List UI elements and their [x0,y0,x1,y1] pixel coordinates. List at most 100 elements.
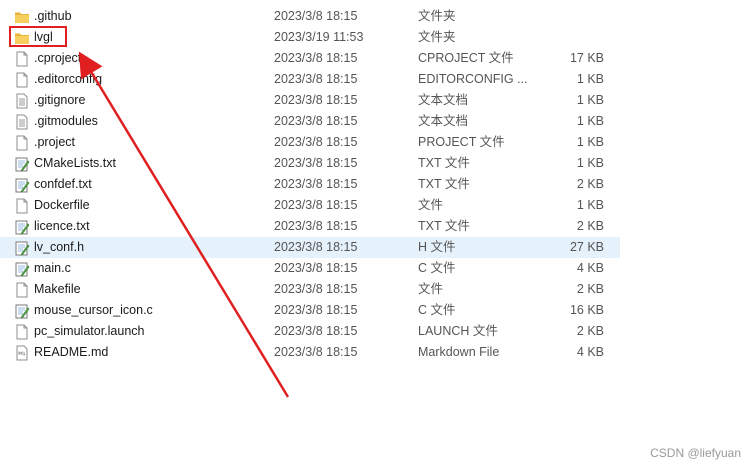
file-size: 1 KB [576,114,604,128]
file-name: .cproject [34,51,82,65]
file-size: 1 KB [576,93,604,107]
file-date: 2023/3/8 18:15 [274,135,358,149]
file-date: 2023/3/8 18:15 [274,219,358,233]
file-name: pc_simulator.launch [34,324,145,338]
file-row[interactable]: main.c 2023/3/8 18:15 C 文件 4 KB [0,258,620,279]
file-row[interactable]: .gitignore 2023/3/8 18:15 文本文档 1 KB [0,90,620,111]
file-row[interactable]: confdef.txt 2023/3/8 18:15 TXT 文件 2 KB [0,174,620,195]
blank-file-icon [14,282,30,298]
file-date: 2023/3/8 18:15 [274,156,358,170]
notepad-file-icon [14,240,30,256]
file-date: 2023/3/8 18:15 [274,72,358,86]
notepad-file-icon [14,156,30,172]
file-size: 2 KB [576,282,604,296]
file-size: 4 KB [576,345,604,359]
file-date: 2023/3/8 18:15 [274,177,358,191]
file-date: 2023/3/8 18:15 [274,51,358,65]
file-date: 2023/3/8 18:15 [274,198,358,212]
blank-file-icon [14,51,30,67]
file-type: LAUNCH 文件 [418,324,498,338]
file-name: .gitignore [34,93,86,107]
folder-icon [14,9,30,25]
notepad-file-icon [14,219,30,235]
file-type: 文本文档 [418,114,469,128]
blank-file-icon [14,135,30,151]
file-type: 文件 [418,198,444,212]
file-name: confdef.txt [34,177,92,191]
file-type: 文件 [418,282,444,296]
file-row[interactable]: Dockerfile 2023/3/8 18:15 文件 1 KB [0,195,620,216]
text-doc-icon [14,114,30,130]
file-name: .project [34,135,75,149]
file-type: C 文件 [418,261,456,275]
file-date: 2023/3/8 18:15 [274,303,358,317]
file-size: 4 KB [576,261,604,275]
file-type: H 文件 [418,240,456,254]
watermark: CSDN @liefyuan [650,446,741,460]
file-row[interactable]: mouse_cursor_icon.c 2023/3/8 18:15 C 文件 16 … [0,300,620,321]
file-type: 文件夹 [418,9,456,23]
file-date: 2023/3/8 18:15 [274,114,358,128]
notepad-file-icon [14,303,30,319]
file-size: 16 KB [569,303,604,317]
file-date: 2023/3/8 18:15 [274,93,358,107]
file-row[interactable]: .cproject 2023/3/8 18:15 CPROJECT 文件 17 KB [0,48,620,69]
file-date: 2023/3/8 18:15 [274,282,358,296]
file-row[interactable]: CMakeLists.txt 2023/3/8 18:15 TXT 文件 1 KB [0,153,620,174]
file-name: licence.txt [34,219,90,233]
file-name: Makefile [34,282,81,296]
file-size: 1 KB [576,72,604,86]
file-row[interactable]: .project 2023/3/8 18:15 PROJECT 文件 1 KB [0,132,620,153]
file-name: main.c [34,261,71,275]
file-date: 2023/3/8 18:15 [274,345,358,359]
blank-file-icon [14,198,30,214]
file-size: 1 KB [576,156,604,170]
notepad-file-icon [14,177,30,193]
file-size: 2 KB [576,177,604,191]
file-type: TXT 文件 [418,219,470,233]
file-type: EDITORCONFIG ... [418,72,528,86]
file-date: 2023/3/19 11:53 [274,30,364,44]
file-type: Markdown File [418,345,500,359]
file-row[interactable]: .github 2023/3/8 18:15 文件夹 [0,6,620,27]
blank-file-icon [14,324,30,340]
notepad-file-icon [14,261,30,277]
file-row[interactable]: .gitmodules 2023/3/8 18:15 文本文档 1 KB [0,111,620,132]
file-row[interactable]: README.md 2023/3/8 18:15 Markdown File 4 KB [0,342,620,363]
file-type: TXT 文件 [418,156,470,170]
file-name: mouse_cursor_icon.c [34,303,153,317]
markdown-file-icon [14,345,30,361]
file-type: C 文件 [418,303,456,317]
file-date: 2023/3/8 18:15 [274,261,358,275]
file-size: 1 KB [576,198,604,212]
file-row[interactable]: licence.txt 2023/3/8 18:15 TXT 文件 2 KB [0,216,620,237]
file-type: 文本文档 [418,93,469,107]
file-name: Dockerfile [34,198,90,212]
file-type: TXT 文件 [418,177,470,191]
text-doc-icon [14,93,30,109]
file-row[interactable]: .editorconfig 2023/3/8 18:15 EDITORCONFIG … [0,69,620,90]
file-type: CPROJECT 文件 [418,51,514,65]
file-list: .github 2023/3/8 18:15 文件夹 lvgl 2023/3/19 11… [0,6,620,363]
file-name: CMakeLists.txt [34,156,116,170]
file-name: .gitmodules [34,114,98,128]
file-date: 2023/3/8 18:15 [274,324,358,338]
file-row[interactable]: lvgl 2023/3/19 11:53 文件夹 [0,27,620,48]
file-row[interactable]: Makefile 2023/3/8 18:15 文件 2 KB [0,279,620,300]
file-size: 2 KB [576,324,604,338]
file-row[interactable]: pc_simulator.launch 2023/3/8 18:15 LAUNCH … [0,321,620,342]
file-size: 27 KB [569,240,604,254]
file-name: lv_conf.h [34,240,85,254]
file-size: 17 KB [569,51,604,65]
file-date: 2023/3/8 18:15 [274,240,358,254]
file-size: 1 KB [576,135,604,149]
file-date: 2023/3/8 18:15 [274,9,358,23]
file-name: .github [34,9,72,23]
file-name: .editorconfig [34,72,103,86]
file-row[interactable]: lv_conf.h 2023/3/8 18:15 H 文件 27 KB [0,237,620,258]
blank-file-icon [14,72,30,88]
file-type: PROJECT 文件 [418,135,505,149]
file-name: README.md [34,345,109,359]
file-type: 文件夹 [418,30,456,44]
lvgl-highlight-box [9,26,67,47]
